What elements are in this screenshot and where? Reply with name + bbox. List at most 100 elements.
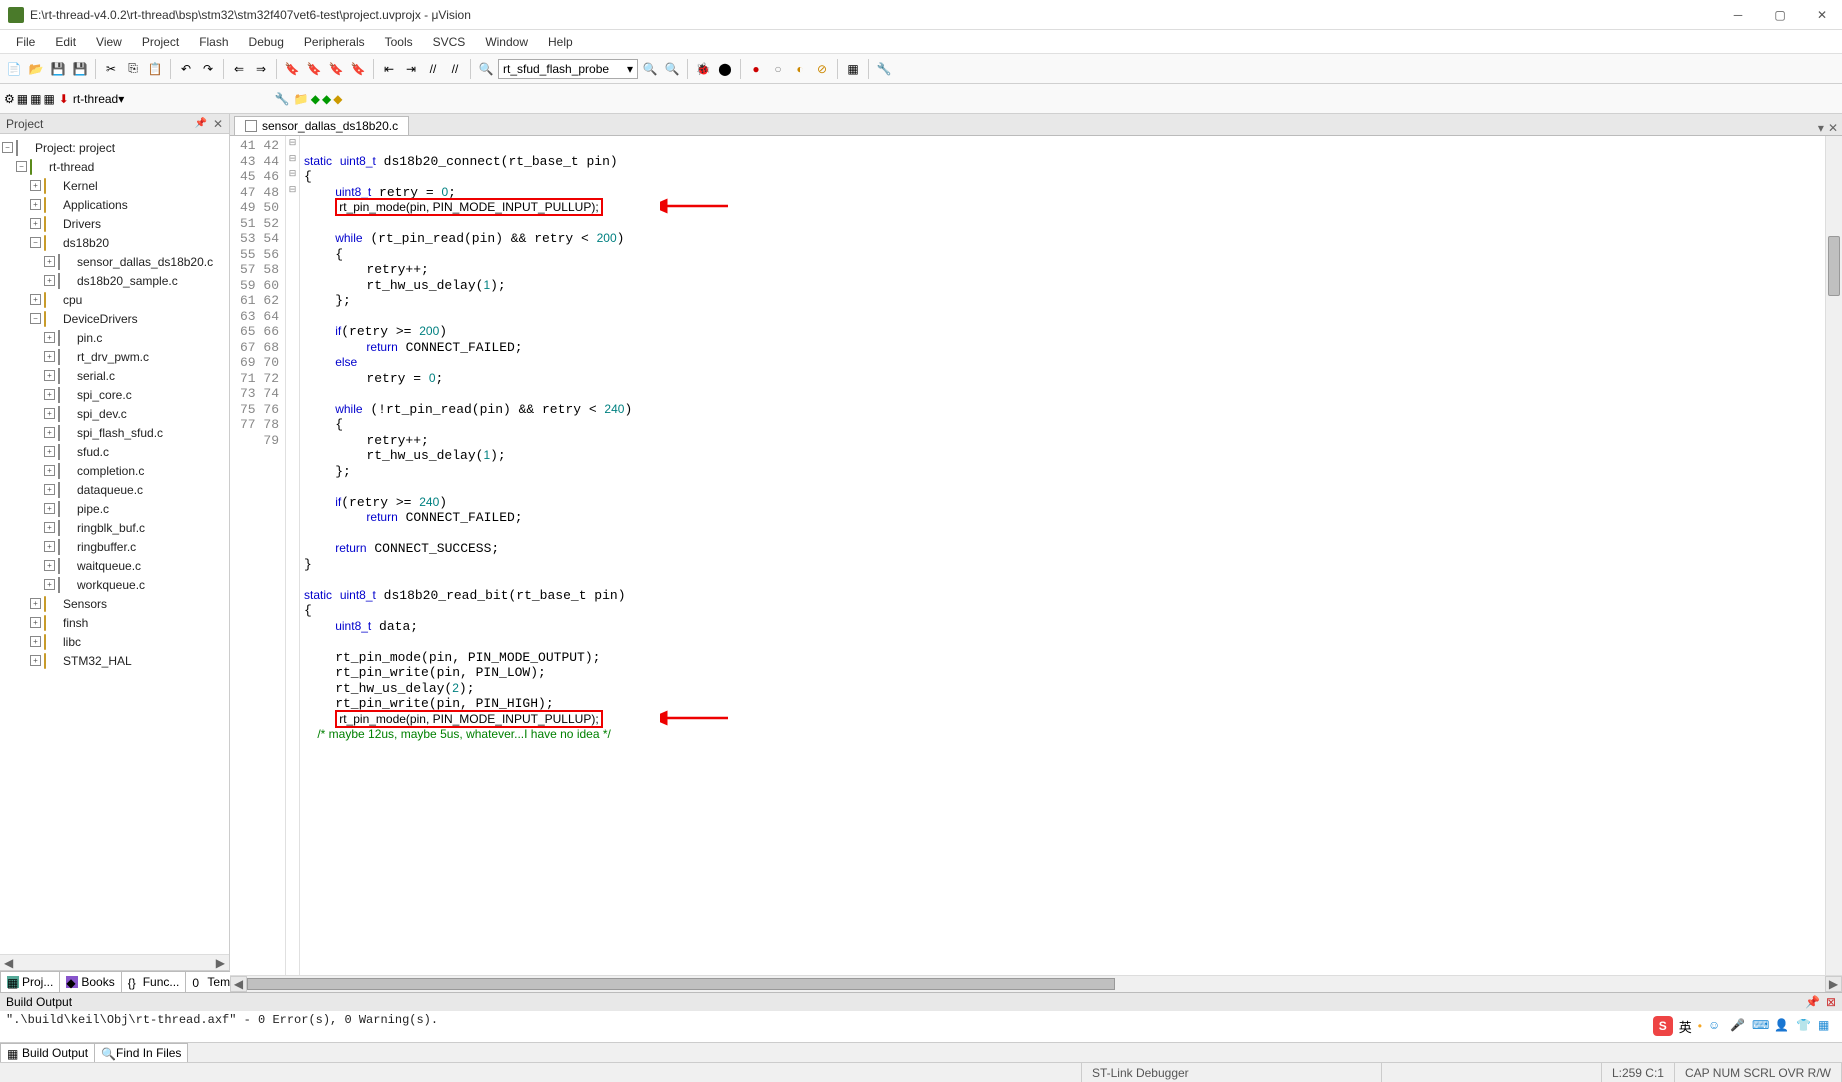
tree-group-finsh[interactable]: +finsh	[2, 613, 227, 632]
tree-group-kernel[interactable]: +Kernel	[2, 176, 227, 195]
project-tree[interactable]: −Project: project−rt-thread+Kernel+Appli…	[0, 134, 229, 954]
tree-file[interactable]: +spi_dev.c	[2, 404, 227, 423]
sogou-icon[interactable]: S	[1653, 1016, 1673, 1036]
ime-user-icon[interactable]: 👤	[1774, 1018, 1790, 1034]
tree-file[interactable]: +rt_drv_pwm.c	[2, 347, 227, 366]
tree-group-devicedrivers[interactable]: −DeviceDrivers	[2, 309, 227, 328]
ime-toolbar[interactable]: S 英 • ☺ 🎤 ⌨ 👤 👕 ▦	[1651, 1014, 1836, 1038]
bp-killall-icon[interactable]: ⊘	[812, 59, 832, 79]
tree-target[interactable]: −rt-thread	[2, 157, 227, 176]
new-file-icon[interactable]: 📄	[4, 59, 24, 79]
rebuild-icon[interactable]: ▦	[30, 92, 41, 106]
menu-view[interactable]: View	[86, 32, 132, 52]
tree-file[interactable]: +ringbuffer.c	[2, 537, 227, 556]
tree-group-ds18b20[interactable]: −ds18b20	[2, 233, 227, 252]
tree-group-sensors[interactable]: +Sensors	[2, 594, 227, 613]
redo-icon[interactable]: ↷	[198, 59, 218, 79]
tree-file[interactable]: +ringblk_buf.c	[2, 518, 227, 537]
tree-group-applications[interactable]: +Applications	[2, 195, 227, 214]
editor-tab-active[interactable]: sensor_dallas_ds18b20.c	[234, 116, 409, 135]
indent-right-icon[interactable]: ⇥	[401, 59, 421, 79]
maximize-button[interactable]: ▢	[1768, 3, 1792, 27]
bookmark-prev-icon[interactable]: 🔖	[304, 59, 324, 79]
manage-project-icon[interactable]: 📁	[294, 92, 309, 106]
tree-file[interactable]: +sfud.c	[2, 442, 227, 461]
menu-file[interactable]: File	[6, 32, 45, 52]
tab-dropdown-icon[interactable]: ▾	[1818, 121, 1824, 135]
fold-column[interactable]: ⊟ ⊟ ⊟ ⊟	[286, 136, 300, 975]
pack-installer-icon[interactable]: ◆	[333, 92, 342, 106]
pin-icon[interactable]: 📌	[194, 118, 206, 129]
editor-hscroll[interactable]: ◀ ▶	[230, 975, 1842, 992]
menu-tools[interactable]: Tools	[375, 32, 423, 52]
code-editor[interactable]: static uint8_t ds18b20_connect(rt_base_t…	[300, 136, 1825, 975]
tree-file[interactable]: +ds18b20_sample.c	[2, 271, 227, 290]
ime-mic-icon[interactable]: 🎤	[1730, 1018, 1746, 1034]
open-icon[interactable]: 📂	[26, 59, 46, 79]
copy-icon[interactable]: ⎘	[123, 59, 143, 79]
save-all-icon[interactable]: 💾	[70, 59, 90, 79]
window-layout-icon[interactable]: ▦	[843, 59, 863, 79]
configure-icon[interactable]: 🔧	[874, 59, 894, 79]
ime-lang[interactable]: 英	[1679, 1017, 1692, 1036]
menu-window[interactable]: Window	[475, 32, 538, 52]
tree-file[interactable]: +sensor_dallas_ds18b20.c	[2, 252, 227, 271]
tree-file[interactable]: +waitqueue.c	[2, 556, 227, 575]
bookmark-icon[interactable]: 🔖	[282, 59, 302, 79]
nav-back-icon[interactable]: ⇐	[229, 59, 249, 79]
tree-group-stm32_hal[interactable]: +STM32_HAL	[2, 651, 227, 670]
build-icon[interactable]: ▦	[17, 92, 28, 106]
project-hscroll[interactable]: ◀▶	[0, 954, 229, 970]
find-next-icon[interactable]: 🔍	[640, 59, 660, 79]
bo-pin-icon[interactable]: 📌	[1805, 995, 1820, 1009]
ime-smiley-icon[interactable]: ☺	[1708, 1018, 1724, 1034]
bp-disable-icon[interactable]: ◐	[790, 59, 810, 79]
tree-file[interactable]: +workqueue.c	[2, 575, 227, 594]
batch-build-icon[interactable]: ▦	[43, 92, 54, 106]
tree-file[interactable]: +completion.c	[2, 461, 227, 480]
cut-icon[interactable]: ✂	[101, 59, 121, 79]
tree-file[interactable]: +dataqueue.c	[2, 480, 227, 499]
menu-flash[interactable]: Flash	[189, 32, 238, 52]
menu-project[interactable]: Project	[132, 32, 189, 52]
tree-group-cpu[interactable]: +cpu	[2, 290, 227, 309]
find-in-files-icon[interactable]: 🔍	[662, 59, 682, 79]
build-output-text[interactable]: ".\build\keil\Obj\rt-thread.axf" - 0 Err…	[0, 1011, 1842, 1042]
undo-icon[interactable]: ↶	[176, 59, 196, 79]
menu-help[interactable]: Help	[538, 32, 583, 52]
translate-icon[interactable]: ⚙	[4, 92, 15, 106]
minimize-button[interactable]: ─	[1726, 3, 1750, 27]
tree-root[interactable]: −Project: project	[2, 138, 227, 157]
download-icon[interactable]: ⬇	[59, 92, 69, 106]
target-options-icon[interactable]: 🔧	[275, 92, 290, 106]
ime-skin-icon[interactable]: 👕	[1796, 1018, 1812, 1034]
tree-group-libc[interactable]: +libc	[2, 632, 227, 651]
bp-enable-icon[interactable]: ○	[768, 59, 788, 79]
bookmark-clear-icon[interactable]: 🔖	[348, 59, 368, 79]
tree-file[interactable]: +serial.c	[2, 366, 227, 385]
tab-project[interactable]: ▦Proj...	[0, 971, 60, 992]
tree-group-drivers[interactable]: +Drivers	[2, 214, 227, 233]
find-combo[interactable]: rt_sfud_flash_probe▾	[498, 59, 638, 79]
breakpoint-icon[interactable]: ⬤	[715, 59, 735, 79]
find-icon[interactable]: 🔍	[476, 59, 496, 79]
editor-vscroll[interactable]	[1825, 136, 1842, 975]
save-icon[interactable]: 💾	[48, 59, 68, 79]
tree-file[interactable]: +spi_core.c	[2, 385, 227, 404]
tree-file[interactable]: +pipe.c	[2, 499, 227, 518]
ime-toolbox-icon[interactable]: ▦	[1818, 1018, 1834, 1034]
tab-build-output[interactable]: ▦Build Output	[0, 1043, 95, 1062]
indent-left-icon[interactable]: ⇤	[379, 59, 399, 79]
bo-close-icon[interactable]: ⊠	[1826, 995, 1836, 1009]
tree-file[interactable]: +spi_flash_sfud.c	[2, 423, 227, 442]
debug-icon[interactable]: 🐞	[693, 59, 713, 79]
select-pack-icon[interactable]: ◆	[322, 92, 331, 106]
tree-file[interactable]: +pin.c	[2, 328, 227, 347]
tab-find-in-files[interactable]: 🔍Find In Files	[94, 1043, 188, 1062]
menu-svcs[interactable]: SVCS	[423, 32, 476, 52]
paste-icon[interactable]: 📋	[145, 59, 165, 79]
manage-rte-icon[interactable]: ◆	[311, 92, 320, 106]
ime-keyboard-icon[interactable]: ⌨	[1752, 1018, 1768, 1034]
target-combo[interactable]: rt-thread▾	[73, 92, 273, 106]
close-button[interactable]: ✕	[1810, 3, 1834, 27]
